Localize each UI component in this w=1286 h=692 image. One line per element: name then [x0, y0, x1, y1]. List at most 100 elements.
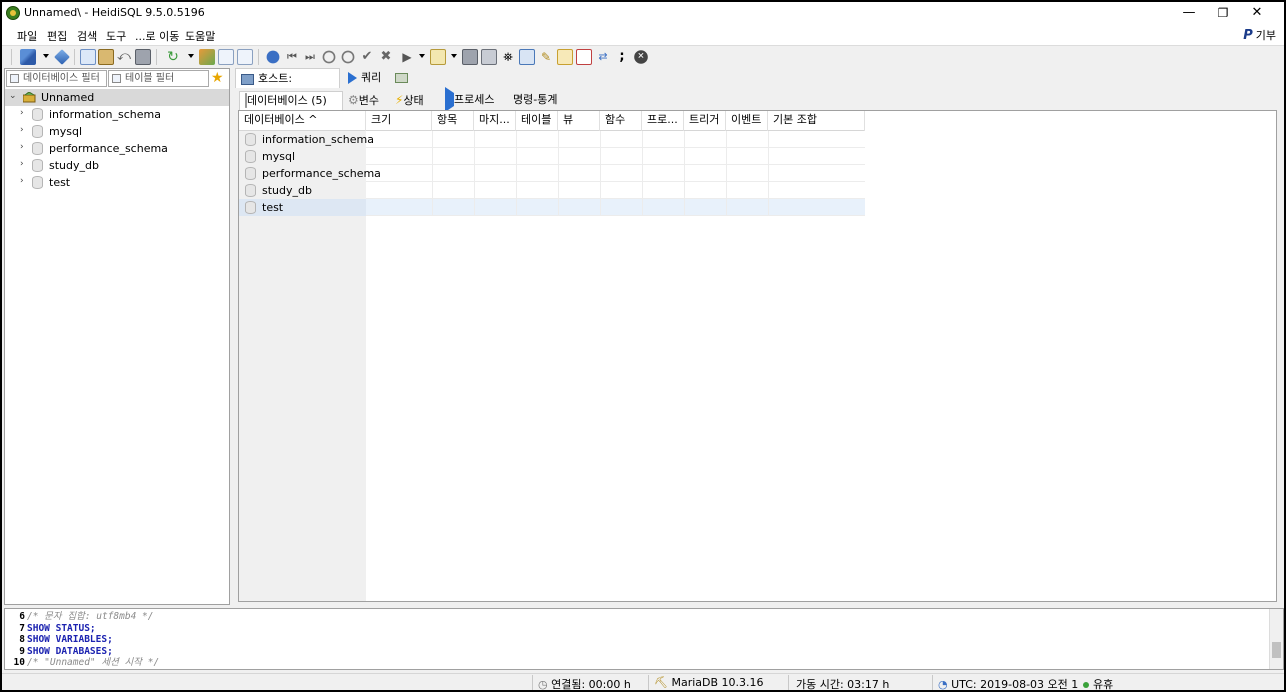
- post-checkmark-icon[interactable]: ✔: [359, 49, 375, 65]
- log-scrollbar-thumb[interactable]: [1272, 642, 1281, 658]
- database-name-cell[interactable]: test: [239, 199, 366, 216]
- log-scrollbar[interactable]: [1269, 609, 1283, 669]
- column-header-tables[interactable]: 테이블: [516, 111, 558, 131]
- last-record-icon[interactable]: ⏭: [302, 49, 318, 65]
- tree-item-database[interactable]: › information_schema: [5, 106, 229, 123]
- warning-icon[interactable]: [557, 49, 573, 65]
- column-header-views[interactable]: 뷰: [558, 111, 600, 131]
- utc-clock-icon: ◔: [938, 678, 948, 691]
- session-manager-icon[interactable]: [20, 49, 36, 65]
- tree-root-session[interactable]: ⌄ Unnamed: [5, 89, 229, 106]
- menu-file[interactable]: 파일: [17, 28, 37, 44]
- cancel-x-icon[interactable]: ✖: [378, 49, 394, 65]
- wrap-icon[interactable]: ⇄: [595, 49, 611, 65]
- tab-databases[interactable]: 데이터베이스 (5): [239, 91, 343, 110]
- table-row[interactable]: mysql: [239, 148, 865, 165]
- column-header-default-collation[interactable]: 기본 조합: [768, 111, 865, 131]
- import-icon[interactable]: [218, 49, 234, 65]
- tree-item-database[interactable]: › test: [5, 174, 229, 191]
- refresh-dropdown-icon[interactable]: [188, 54, 194, 58]
- table-filter-input[interactable]: 테이블 필터: [108, 70, 209, 87]
- semicolon-icon[interactable]: ;: [614, 49, 630, 65]
- print-icon[interactable]: [135, 49, 151, 65]
- tab-processes[interactable]: 프로세스: [442, 87, 508, 112]
- database-name-cell[interactable]: performance_schema: [239, 165, 381, 182]
- tree-item-database[interactable]: › performance_schema: [5, 140, 229, 157]
- undo-icon[interactable]: ⤺: [116, 49, 132, 65]
- column-header-database[interactable]: 데이터베이스 ^: [239, 111, 366, 131]
- tab-command-stats[interactable]: 명령-통계: [510, 91, 578, 110]
- disconnect-x-icon[interactable]: ✕: [634, 50, 648, 64]
- explain-dropdown-icon[interactable]: [451, 54, 457, 58]
- menu-goto[interactable]: ...로 이동: [135, 28, 179, 44]
- favorites-star-icon[interactable]: ★: [211, 70, 224, 86]
- explain-icon[interactable]: [430, 49, 446, 65]
- status-separator: [932, 675, 933, 690]
- help-icon[interactable]: [266, 50, 280, 64]
- column-header-size[interactable]: 크기: [366, 111, 432, 131]
- toolbar-separator: [74, 49, 75, 65]
- delete-record-icon[interactable]: [341, 50, 355, 64]
- refresh-icon[interactable]: ↻: [165, 49, 181, 65]
- tab-variables[interactable]: ⚙변수: [345, 91, 390, 110]
- save-icon[interactable]: [462, 49, 478, 65]
- first-record-icon[interactable]: ⏮: [284, 49, 300, 65]
- tab-host[interactable]: 호스트: 127.0.0.1: [235, 68, 340, 104]
- tab-query[interactable]: 쿼리: [344, 68, 389, 88]
- table-row[interactable]: performance_schema: [239, 165, 865, 182]
- database-name-cell[interactable]: study_db: [239, 182, 366, 199]
- save-as-icon[interactable]: [481, 49, 497, 65]
- tree-item-database[interactable]: › mysql: [5, 123, 229, 140]
- export-icon[interactable]: [237, 49, 253, 65]
- table-row-selected[interactable]: test: [239, 199, 865, 216]
- tab-status[interactable]: ⚡상태: [392, 91, 440, 110]
- edit-pencil-icon[interactable]: ✎: [538, 49, 554, 65]
- insert-record-icon[interactable]: [322, 50, 336, 64]
- tab-processes-label: 프로세스: [454, 93, 495, 106]
- status-separator: [532, 675, 533, 690]
- column-header-events[interactable]: 이벤트: [726, 111, 768, 131]
- table-row[interactable]: information_schema: [239, 131, 865, 148]
- expand-chevron-icon[interactable]: ›: [20, 142, 24, 152]
- connect-icon[interactable]: [54, 49, 70, 65]
- replace-icon[interactable]: [519, 49, 535, 65]
- table-row[interactable]: study_db: [239, 182, 865, 199]
- minimize-button[interactable]: —: [1172, 2, 1206, 25]
- menu-help[interactable]: 도움말: [185, 28, 215, 44]
- sql-log-panel[interactable]: 6/* 문자 집합: utf8mb4 */ 7 SHOW STATUS; 8 SHO…: [4, 608, 1284, 670]
- paste-icon[interactable]: [98, 49, 114, 65]
- tree-item-database[interactable]: › study_db: [5, 157, 229, 174]
- copy-icon[interactable]: [80, 49, 96, 65]
- database-name-cell[interactable]: mysql: [239, 148, 366, 165]
- column-header-procedures[interactable]: 프로...: [642, 111, 684, 131]
- close-button[interactable]: ✕: [1240, 2, 1274, 25]
- cancel-running-icon[interactable]: [576, 49, 592, 65]
- expand-chevron-icon[interactable]: ›: [20, 176, 24, 186]
- menu-edit[interactable]: 편집: [47, 28, 67, 44]
- user-manager-icon[interactable]: [199, 49, 215, 65]
- column-header-items[interactable]: 항목: [432, 111, 474, 131]
- new-query-tab-button[interactable]: [392, 68, 412, 88]
- menu-tools[interactable]: 도구: [106, 28, 126, 44]
- database-filter-input[interactable]: 데이터베이스 필터: [6, 70, 107, 87]
- donate-button[interactable]: P 기부: [1243, 27, 1276, 43]
- run-dropdown-icon[interactable]: [419, 54, 425, 58]
- database-name-cell[interactable]: information_schema: [239, 131, 374, 148]
- column-header-functions[interactable]: 함수: [600, 111, 642, 131]
- expand-chevron-icon[interactable]: ›: [20, 125, 24, 135]
- log-line: 8 SHOW VARIABLES;: [19, 634, 113, 645]
- expand-chevron-icon[interactable]: ›: [20, 159, 24, 169]
- menu-search[interactable]: 검색: [77, 28, 97, 44]
- expand-chevron-icon[interactable]: ›: [20, 108, 24, 118]
- session-dropdown-icon[interactable]: [43, 54, 49, 58]
- database-icon: [245, 201, 256, 214]
- restore-button[interactable]: ❐: [1206, 2, 1240, 25]
- column-header-last-modified[interactable]: 마지...: [474, 111, 516, 131]
- find-binoculars-icon[interactable]: ⛯: [500, 49, 516, 65]
- heidisql-app-icon[interactable]: [6, 6, 20, 20]
- column-header-triggers[interactable]: 트리거: [684, 111, 726, 131]
- column-divider: [558, 131, 559, 216]
- run-query-icon[interactable]: ▶: [399, 49, 415, 65]
- grid-header: 데이터베이스 ^ 크기 항목 마지... 테이블 뷰 함수 프로... 트리거 …: [239, 111, 865, 131]
- collapse-chevron-icon[interactable]: ⌄: [9, 91, 17, 101]
